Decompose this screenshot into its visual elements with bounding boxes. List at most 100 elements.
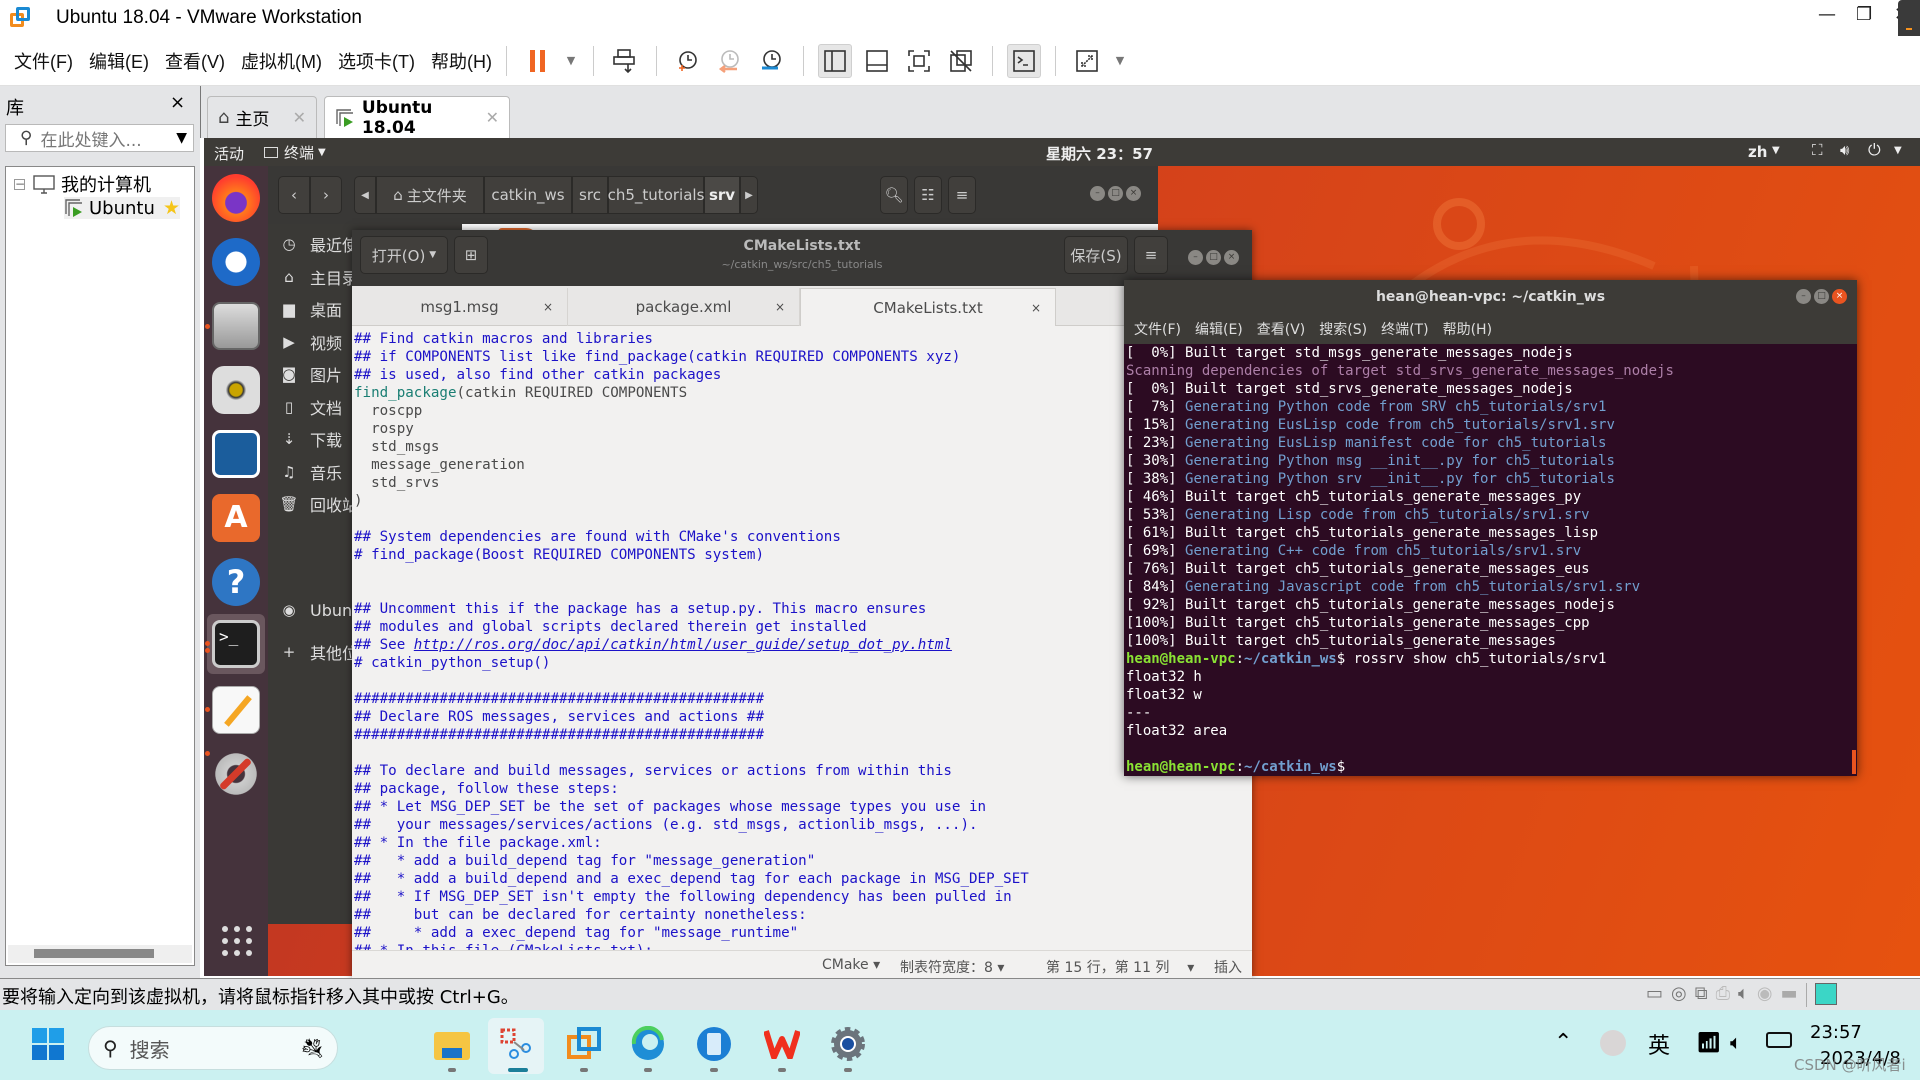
tab-close-icon[interactable]: ×: [543, 300, 553, 314]
maximize-button[interactable]: □: [1206, 250, 1221, 265]
path-scroll-left-button[interactable]: ◀: [354, 176, 376, 214]
terminal-icon[interactable]: >_: [212, 620, 260, 668]
library-search-input[interactable]: ⚲ 在此处键入... ▼: [5, 124, 194, 152]
restore-button[interactable]: ❐: [1856, 4, 1872, 25]
text-editor-icon[interactable]: [212, 686, 260, 734]
sidebar-item-3[interactable]: ▶ 视频: [268, 326, 342, 358]
console-view-icon[interactable]: [1006, 43, 1041, 78]
activities-button[interactable]: 活动: [214, 143, 244, 164]
speaker-icon[interactable]: 🔈︎: [1730, 1030, 1742, 1054]
maximize-button[interactable]: □: [1108, 186, 1123, 201]
rhythmbox-icon[interactable]: [212, 366, 260, 414]
sidebar-item-8[interactable]: 🗑︎ 回收站: [268, 488, 358, 520]
minimize-button[interactable]: –: [1796, 289, 1811, 304]
printer-icon[interactable]: ⎙: [1716, 983, 1730, 1007]
library-view-icon[interactable]: [817, 43, 852, 78]
tab-width-selector[interactable]: 制表符宽度：8 ▾: [900, 957, 1004, 977]
forward-button[interactable]: ›: [310, 176, 342, 214]
network-icon[interactable]: ⛶: [1812, 141, 1823, 159]
network-adapter-icon[interactable]: ⧉: [1695, 983, 1708, 1007]
path-scroll-right-button[interactable]: ▶: [740, 176, 758, 214]
close-button[interactable]: ×: [1224, 250, 1239, 265]
snapshot-take-icon[interactable]: [671, 44, 705, 78]
term-menu-help[interactable]: 帮助(H): [1443, 319, 1492, 339]
hamburger-menu-icon[interactable]: ≡: [1134, 236, 1168, 274]
view-toggle-icon[interactable]: ☷: [914, 176, 942, 214]
term-menu-view[interactable]: 查看(V): [1257, 319, 1306, 339]
camera-icon[interactable]: ◉: [1757, 983, 1773, 1007]
sidebar-item-1[interactable]: ⌂ 主目录: [268, 261, 358, 293]
ime-indicator[interactable]: 英: [1648, 1028, 1670, 1060]
pause-dropdown-icon[interactable]: ▼: [563, 44, 579, 78]
library-close-button[interactable]: ×: [170, 92, 185, 113]
search-icon[interactable]: 🔍︎: [880, 176, 908, 214]
term-menu-file[interactable]: 文件(F): [1134, 319, 1181, 339]
save-button[interactable]: 保存(S): [1064, 236, 1128, 274]
close-button[interactable]: ×: [1126, 186, 1141, 201]
path-src[interactable]: src: [572, 176, 608, 214]
snapshot-manager-icon[interactable]: [755, 44, 789, 78]
pause-icon[interactable]: [521, 44, 555, 78]
tab-close-icon[interactable]: ✕: [293, 108, 306, 127]
notes-icon[interactable]: [1814, 983, 1837, 1005]
send-ctrl-alt-del-icon[interactable]: [608, 44, 642, 78]
menu-tabs[interactable]: 选项卡(T): [338, 48, 415, 74]
language-selector[interactable]: CMake ▾: [822, 957, 880, 973]
tab-close-icon[interactable]: ✕: [486, 108, 499, 127]
wps-icon[interactable]: [762, 1024, 802, 1064]
clock[interactable]: 星期六 23：57: [1046, 143, 1153, 164]
code-editor[interactable]: ## Find catkin macros and libraries ## if…: [352, 330, 1252, 950]
menu-vm[interactable]: 虚拟机(M): [241, 48, 322, 74]
library-horizontal-scrollbar[interactable]: [8, 945, 192, 963]
insert-mode[interactable]: 插入: [1214, 957, 1242, 977]
path-home[interactable]: ⌂ 主文件夹: [376, 176, 484, 214]
sound-card-icon[interactable]: 🔈︎: [1738, 983, 1749, 1007]
input-method-indicator[interactable]: zh: [1748, 143, 1767, 161]
wifi-icon[interactable]: 📶︎: [1696, 1030, 1721, 1054]
usb-icon[interactable]: ▬: [1781, 983, 1798, 1007]
software-center-icon[interactable]: A: [212, 494, 260, 542]
app-menu[interactable]: 终端 ▼: [264, 142, 326, 163]
snipping-tool-icon[interactable]: [496, 1024, 536, 1064]
phone-link-icon[interactable]: [694, 1024, 734, 1064]
close-button[interactable]: ×: [1832, 289, 1847, 304]
snapshot-revert-icon[interactable]: [713, 44, 747, 78]
path-catkin-ws[interactable]: catkin_ws: [484, 176, 572, 214]
tab-msg1[interactable]: msg1.msg ×: [352, 288, 568, 326]
system-menu-chevron-icon[interactable]: ▼: [1894, 145, 1902, 156]
sidebar-item-5[interactable]: ▯ 文档: [268, 391, 342, 423]
libreoffice-writer-icon[interactable]: [212, 430, 260, 478]
help-icon[interactable]: ?: [212, 558, 260, 606]
firefox-icon[interactable]: [212, 174, 260, 222]
path-srv[interactable]: srv: [704, 176, 740, 214]
app-grid-icon[interactable]: [222, 926, 252, 956]
file-explorer-icon[interactable]: [432, 1024, 472, 1064]
settings-icon[interactable]: [828, 1024, 868, 1064]
tab-ubuntu[interactable]: Ubuntu 18.04 ✕: [324, 96, 510, 138]
back-button[interactable]: ‹: [278, 176, 310, 214]
menu-edit[interactable]: 编辑(E): [89, 48, 149, 74]
system-tools-icon[interactable]: [212, 750, 260, 798]
maximize-button[interactable]: □: [1814, 289, 1829, 304]
sidebar-item-6[interactable]: ⇣ 下载: [268, 423, 342, 455]
tab-cmakelists[interactable]: CMakeLists.txt ×: [800, 288, 1056, 326]
fullscreen-icon[interactable]: [902, 44, 936, 78]
path-ch5-tutorials[interactable]: ch5_tutorials: [608, 176, 704, 214]
chevron-down-icon[interactable]: ▼: [176, 130, 187, 146]
minimize-button[interactable]: –: [1090, 186, 1105, 201]
favorite-star-icon[interactable]: ★: [163, 197, 180, 219]
volume-icon[interactable]: 🔊︎: [1840, 141, 1849, 159]
terminal-output[interactable]: [ 0%] Built target std_msgs_generate_mes…: [1126, 344, 1855, 774]
cdrom-icon[interactable]: ◎: [1671, 983, 1687, 1007]
tab-close-icon[interactable]: ×: [1031, 301, 1041, 315]
tab-package-xml[interactable]: package.xml ×: [568, 288, 800, 326]
term-menu-edit[interactable]: 编辑(E): [1195, 319, 1243, 339]
sidebar-item-4[interactable]: ◙ 图片: [268, 358, 342, 390]
battery-icon[interactable]: [1766, 1032, 1792, 1048]
minimize-button[interactable]: –: [1188, 250, 1203, 265]
term-menu-terminal[interactable]: 终端(T): [1381, 319, 1428, 339]
user-avatar-icon[interactable]: [1600, 1030, 1626, 1056]
clock-time[interactable]: 23:57: [1810, 1022, 1862, 1043]
tab-close-icon[interactable]: ×: [775, 300, 785, 314]
sidebar-item-2[interactable]: ▆ 桌面: [268, 293, 342, 325]
